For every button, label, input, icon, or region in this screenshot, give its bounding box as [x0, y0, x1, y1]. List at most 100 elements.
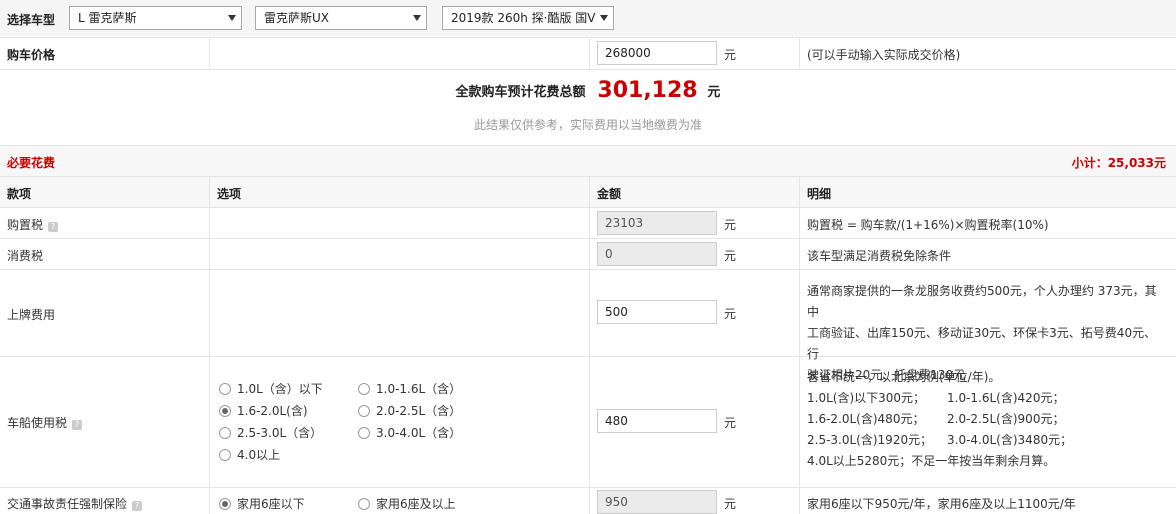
registration-detail-line: 通常商家提供的一条龙服务收费约500元，个人办理约 373元，其中 [807, 284, 1157, 319]
total-label: 全款购车预计花费总额 [455, 85, 586, 100]
price-label: 购车价格 [7, 48, 56, 62]
vehicle-tax-detail-line: 2.5-3.0L(含)1920元； 3.0-4.0L(含)3480元； [807, 430, 1168, 451]
rate-item: 1.0-1.6L(含)420元； [947, 391, 1065, 405]
insurance-input[interactable] [597, 490, 717, 514]
purchase-tax-label: 购置税 [7, 218, 44, 232]
price-row: 购车价格 元 (可以手动输入实际成交价格) [0, 38, 1176, 70]
header-option-cell: 选项 [210, 177, 590, 207]
table-row: 购置税? 元 购置税 = 购车款/(1+16%)×购置税率(10%) [0, 208, 1176, 239]
price-hint: (可以手动输入实际成交价格) [807, 48, 961, 62]
consumption-tax-label: 消费税 [7, 249, 44, 263]
vehicle-tax-label-cell: 车船使用税? [0, 357, 210, 487]
consumption-tax-detail: 该车型满足消费税免除条件 [807, 249, 952, 263]
consumption-tax-input[interactable] [597, 242, 717, 266]
displacement-radio[interactable]: 3.0-4.0L（含） [358, 424, 461, 441]
insurance-amount-cell: 元 [590, 488, 800, 514]
model-select-value: 2019款 260h 探·酷版 国V [451, 11, 596, 25]
displacement-radio[interactable]: 1.0L（含）以下 [219, 380, 323, 397]
displacement-radio[interactable]: 4.0以上 [219, 446, 280, 463]
total-line: 全款购车预计花费总额 301,128 元 [0, 78, 1176, 103]
table-row: 消费税 元 该车型满足消费税免除条件 [0, 239, 1176, 270]
model-selector-bar: 选择车型 L 雷克萨斯 雷克萨斯UX 2019款 260h 探·酷版 国V [0, 0, 1176, 38]
consumption-tax-amount-cell: 元 [590, 239, 800, 269]
vehicle-tax-detail-last: 4.0L以上5280元；不足一年按当年剩余月算。 [807, 454, 1056, 468]
chevron-down-icon [228, 15, 236, 21]
consumption-tax-label-cell: 消费税 [0, 239, 210, 269]
vehicle-tax-option-cell: 1.0L（含）以下 1.0-1.6L（含） 1.6-2.0L(含) 2.0-2.… [210, 357, 590, 487]
radio-label: 3.0-4.0L（含） [376, 426, 462, 440]
radio-label: 2.5-3.0L（含） [237, 426, 323, 440]
insurance-label-cell: 交通事故责任强制保险? [0, 488, 210, 514]
total-note: 此结果仅供参考，实际费用以当地缴费为准 [473, 118, 702, 132]
consumption-tax-option-cell [210, 239, 590, 269]
header-amount-cell: 金额 [590, 177, 800, 207]
purchase-tax-label-cell: 购置税? [0, 208, 210, 238]
table-header: 款项 选项 金额 明细 [0, 177, 1176, 208]
header-item: 款项 [7, 187, 32, 201]
header-option: 选项 [217, 187, 242, 201]
radio-label: 1.0L（含）以下 [237, 382, 323, 396]
brand-select[interactable]: L 雷克萨斯 [69, 6, 242, 30]
help-icon[interactable]: ? [48, 222, 59, 232]
registration-option-cell [210, 270, 590, 356]
consumption-tax-detail-cell: 该车型满足消费税免除条件 [800, 239, 1176, 269]
registration-amount-cell: 元 [590, 270, 800, 356]
seat-radio[interactable]: 家用6座及以上 [358, 495, 456, 512]
vehicle-tax-detail: 各省不统一，以北京为例(单位/年)。 1.0L(含)以下300元； 1.0-1.6… [807, 367, 1168, 472]
help-icon[interactable]: ? [72, 420, 83, 430]
registration-unit: 元 [724, 307, 737, 321]
consumption-tax-unit: 元 [724, 249, 737, 263]
total-amount: 301,128 [597, 78, 698, 103]
purchase-tax-unit: 元 [724, 218, 737, 232]
section-header: 必要花费 小计：25,033元 [0, 146, 1176, 177]
purchase-tax-detail: 购置税 = 购车款/(1+16%)×购置税率(10%) [807, 218, 1049, 232]
radio-label: 1.0-1.6L（含） [376, 382, 462, 396]
vehicle-tax-label-wrap: 车船使用税? [7, 414, 83, 431]
rate-item: 1.0L(含)以下300元； [807, 391, 926, 405]
radio-label: 家用6座以下 [237, 497, 305, 511]
radio-circle-icon [358, 498, 370, 510]
purchase-tax-detail-cell: 购置税 = 购车款/(1+16%)×购置税率(10%) [800, 208, 1176, 238]
registration-input[interactable] [597, 300, 717, 324]
price-amount-cell: 元 [590, 38, 800, 69]
radio-checked-icon [219, 405, 231, 417]
total-unit: 元 [707, 85, 721, 100]
vehicle-tax-amount-cell: 元 [590, 357, 800, 487]
price-hint-cell: (可以手动输入实际成交价格) [800, 38, 1176, 69]
vehicle-tax-input[interactable] [597, 409, 717, 433]
price-option-cell [210, 38, 590, 69]
radio-circle-icon [219, 427, 231, 439]
displacement-radio[interactable]: 1.0-1.6L（含） [358, 380, 461, 397]
rate-item: 1.6-2.0L(含)480元； [807, 412, 925, 426]
displacement-radio[interactable]: 2.0-2.5L（含） [358, 402, 461, 419]
total-block: 全款购车预计花费总额 301,128 元 此结果仅供参考，实际费用以当地缴费为准 [0, 70, 1176, 146]
purchase-tax-amount-cell: 元 [590, 208, 800, 238]
radio-label: 4.0以上 [237, 448, 281, 462]
insurance-label: 交通事故责任强制保险 [7, 497, 128, 511]
brand-select-value: L 雷克萨斯 [78, 11, 137, 25]
model-select[interactable]: 2019款 260h 探·酷版 国V [442, 6, 614, 30]
insurance-unit: 元 [724, 497, 737, 511]
radio-circle-icon [219, 383, 231, 395]
help-icon[interactable]: ? [132, 501, 143, 511]
registration-detail-cell: 通常商家提供的一条龙服务收费约500元，个人办理约 373元，其中 工商验证、出… [800, 270, 1176, 382]
purchase-tax-input[interactable] [597, 211, 717, 235]
section-subtotal: 小计：25,033元 [1071, 156, 1166, 170]
price-unit: 元 [724, 48, 737, 62]
radio-checked-icon [219, 498, 231, 510]
price-input[interactable] [597, 41, 717, 65]
header-detail: 明细 [807, 187, 832, 201]
chevron-down-icon [413, 15, 421, 21]
table-row: 车船使用税? 1.0L（含）以下 1.0-1.6L（含） 1.6-2.0L(含)… [0, 357, 1176, 488]
seat-radio[interactable]: 家用6座以下 [219, 495, 305, 512]
rate-item: 2.5-3.0L(含)1920元； [807, 433, 933, 447]
displacement-radio[interactable]: 1.6-2.0L(含) [219, 402, 308, 419]
purchase-tax-option-cell [210, 208, 590, 238]
vehicle-tax-detail-line: 1.6-2.0L(含)480元； 2.0-2.5L(含)900元； [807, 409, 1168, 430]
registration-label: 上牌费用 [7, 308, 56, 322]
radio-label: 2.0-2.5L（含） [376, 404, 462, 418]
series-select[interactable]: 雷克萨斯UX [255, 6, 427, 30]
table-row: 上牌费用 元 通常商家提供的一条龙服务收费约500元，个人办理约 373元，其中… [0, 270, 1176, 382]
displacement-radio[interactable]: 2.5-3.0L（含） [219, 424, 322, 441]
insurance-option-cell: 家用6座以下 家用6座及以上 [210, 488, 590, 514]
